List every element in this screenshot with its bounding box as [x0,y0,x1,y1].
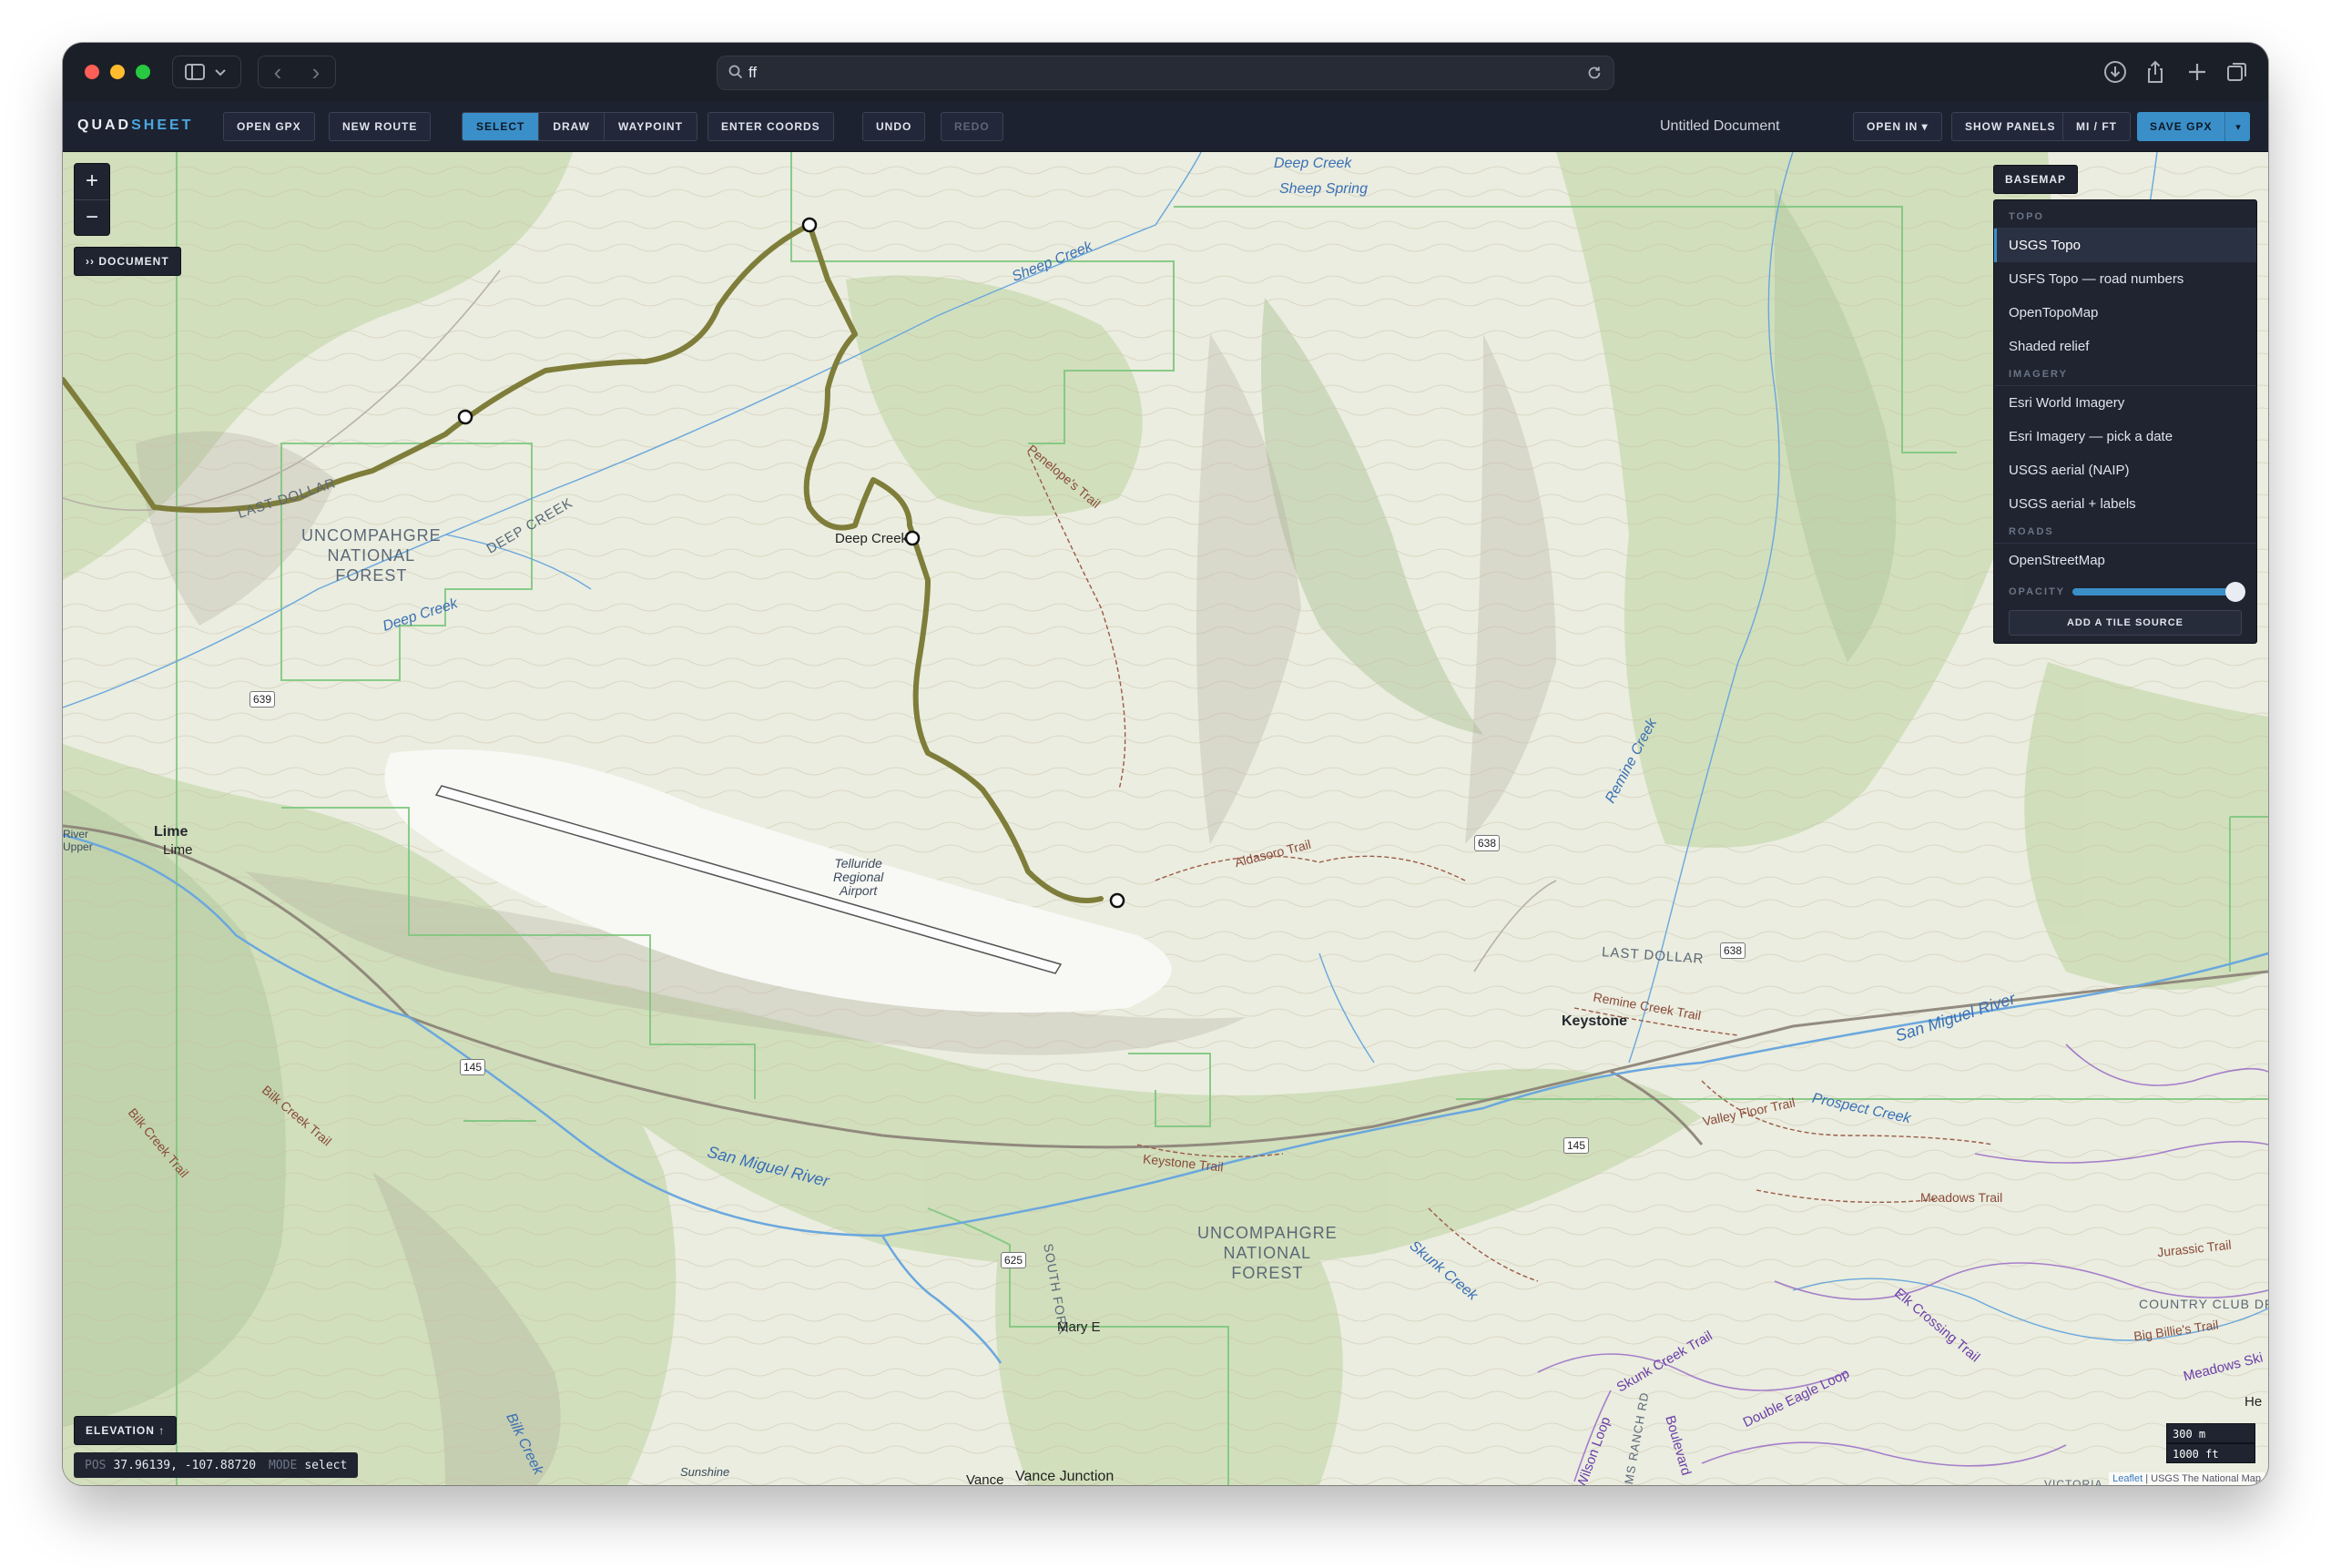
road-shield: 638 [1720,942,1746,959]
map-label-vance: Vance [966,1472,1004,1485]
road-shield: 638 [1474,835,1501,851]
basemap-option-esri-imagery[interactable]: Esri World Imagery [1994,386,2256,420]
map-label-airport: Telluride Regional Airport [833,856,884,898]
scale-imperial: 1000 ft [2166,1443,2255,1463]
map-label-river-upper: River Upper [63,828,93,853]
map-label-lime-2: Lime [163,842,193,858]
show-panels-button[interactable]: SHOW PANELS [1951,112,2070,141]
browser-chrome: ‹ › ff [63,43,2268,101]
basemap-group-roads: ROADS [1994,521,2256,544]
reload-icon[interactable] [1586,65,1603,81]
basemap-button[interactable]: BASEMAP [1993,165,2079,194]
map-label-meadows-trail: Meadows Trail [1920,1190,2003,1205]
elevation-panel-button[interactable]: ELEVATION ↑ [74,1416,178,1445]
topo-basemap[interactable] [63,152,2268,1485]
save-options-button[interactable]: ▾ [2224,112,2251,141]
pos-value: 37.96139, -107.88720 [113,1458,257,1472]
map-view[interactable]: Deep Creek Sheep Spring Sheep Creek LAST… [63,152,2268,1485]
map-label-deep-creek-point: Deep Creek [835,531,909,546]
basemap-option-usfs-topo[interactable]: USFS Topo — road numbers [1994,262,2256,296]
map-label-keystone: Keystone [1562,1013,1628,1029]
new-route-button[interactable]: NEW ROUTE [329,112,432,141]
scale-bar: 300 m 1000 ft [2166,1423,2255,1463]
redo-button[interactable]: REDO [941,112,1003,141]
opacity-label: OPACITY [2009,586,2066,597]
road-shield: 145 [460,1059,486,1075]
back-icon[interactable]: ‹ [259,56,297,87]
mode-draw-button[interactable]: DRAW [539,113,606,140]
basemap-option-osm[interactable]: OpenStreetMap [1994,544,2256,577]
tab-overview-icon[interactable] [2224,59,2250,85]
zoom-in-button[interactable]: + [75,164,109,200]
basemap-option-usgs-naip[interactable]: USGS aerial (NAIP) [1994,453,2256,487]
zoom-control: + − [74,163,110,236]
enter-coords-button[interactable]: ENTER COORDS [707,112,834,141]
address-bar[interactable]: ff [717,56,1614,90]
save-gpx-button[interactable]: SAVE GPX [2137,112,2225,141]
map-attribution: Leaflet | USGS The National Map [2109,1472,2265,1485]
status-bar: POS 37.96139, -107.88720 MODE select [74,1452,359,1478]
map-label-national-forest-1: UNCOMPAHGRE NATIONAL FOREST [301,526,442,585]
search-icon [728,65,743,79]
basemap-menu: TOPO USGS Topo USFS Topo — road numbers … [1993,199,2257,644]
map-label-sheep-spring: Sheep Spring [1279,181,1368,197]
map-label-vance-junction: Vance Junction [1015,1469,1115,1484]
map-label-he: He [2244,1394,2263,1410]
history-nav: ‹ › [258,56,336,88]
open-gpx-button[interactable]: OPEN GPX [223,112,315,141]
document-panel-button[interactable]: ›› DOCUMENT [74,247,181,276]
forward-icon[interactable]: › [297,56,335,87]
address-text[interactable]: ff [748,64,757,82]
map-label-deep-creek-top: Deep Creek [1274,156,1352,171]
scale-metric: 300 m [2166,1423,2255,1443]
download-icon[interactable] [2102,59,2128,85]
sidebar-icon [185,64,226,80]
mode-value: select [304,1458,348,1472]
save-gpx-group: SAVE GPX ▾ [2137,112,2251,141]
basemap-option-usgs-topo[interactable]: USGS Topo [1994,229,2256,262]
opacity-row: OPACITY [1994,577,2256,603]
map-label-national-forest-2: UNCOMPAHGRE NATIONAL FOREST [1197,1224,1338,1282]
pos-label: POS [85,1458,107,1472]
mode-select-button[interactable]: SELECT [463,113,540,140]
units-toggle-button[interactable]: MI / FT [2062,112,2131,141]
close-window-button[interactable] [85,65,99,79]
zoom-window-button[interactable] [136,65,150,79]
add-tile-source-button[interactable]: ADD A TILE SOURCE [2009,610,2242,636]
basemap-option-opentopomap[interactable]: OpenTopoMap [1994,296,2256,330]
zoom-out-button[interactable]: − [75,200,109,237]
opacity-slider[interactable] [2072,582,2245,602]
map-label-mary-e: Mary E [1057,1319,1101,1335]
map-label-victoria: VICTORIA [2044,1478,2103,1485]
mode-label: MODE [269,1458,298,1472]
basemap-option-esri-imagery-date[interactable]: Esri Imagery — pick a date [1994,420,2256,453]
sidebar-toggle-button[interactable] [172,56,241,88]
basemap-group-imagery: IMAGERY [1994,363,2256,386]
leaflet-link[interactable]: Leaflet [2112,1473,2143,1484]
road-shield: 639 [249,691,276,708]
road-shield: 145 [1563,1137,1590,1154]
mode-waypoint-button[interactable]: WAYPOINT [605,113,697,140]
share-icon[interactable] [2143,59,2168,85]
undo-button[interactable]: UNDO [862,112,926,141]
basemap-option-shaded-relief[interactable]: Shaded relief [1994,330,2256,363]
browser-window: ‹ › ff QUADSHEET OPEN GPX NEW ROUTE SELEC… [63,43,2268,1485]
map-label-sunshine: Sunshine [680,1465,730,1479]
mode-selector: SELECT DRAW WAYPOINT [462,112,697,141]
map-label-lime: Lime [154,824,188,840]
road-shield: 625 [1001,1252,1027,1268]
basemap-group-topo: TOPO [1994,206,2256,229]
new-tab-icon[interactable] [2184,59,2210,85]
document-title[interactable]: Untitled Document [1660,118,1780,135]
map-label-country-club: COUNTRY CLUB DR [2139,1297,2268,1311]
app-toolbar: QUADSHEET OPEN GPX NEW ROUTE SELECT DRAW… [63,101,2268,152]
app-logo: QUADSHEET [77,117,194,133]
open-in-button[interactable]: OPEN IN ▾ [1853,112,1942,141]
minimize-window-button[interactable] [110,65,125,79]
opacity-slider-handle[interactable] [2225,582,2245,602]
basemap-option-usgs-aerial-labels[interactable]: USGS aerial + labels [1994,487,2256,521]
